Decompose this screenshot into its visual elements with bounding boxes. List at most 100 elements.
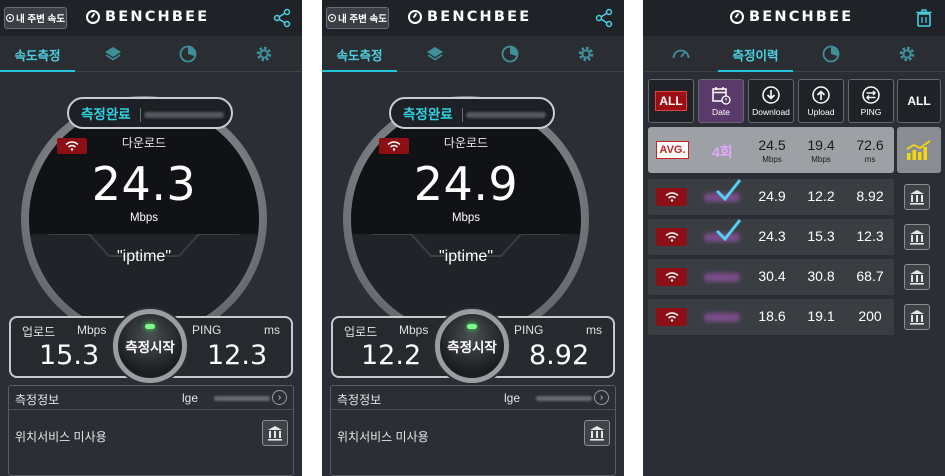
average-upload-unit: Mbps bbox=[811, 155, 831, 164]
row-ping: 68.7 bbox=[856, 268, 884, 284]
location-icon bbox=[328, 14, 336, 22]
start-test-button[interactable]: 측정시작 bbox=[435, 309, 509, 383]
brand-name: BENCHBEE bbox=[427, 9, 532, 25]
row-carrier-button[interactable] bbox=[904, 304, 930, 330]
average-download: 24.5 bbox=[758, 137, 786, 153]
tab-speed-test[interactable]: 속도측정 bbox=[322, 36, 397, 72]
carrier-button[interactable] bbox=[262, 420, 288, 446]
tab-layers[interactable] bbox=[75, 36, 150, 72]
sort-download-label: Download bbox=[752, 107, 790, 117]
tab-history[interactable] bbox=[150, 36, 225, 72]
history-row[interactable]: 30.4 30.8 68.7 bbox=[648, 259, 894, 295]
ping-exchange-icon bbox=[862, 86, 880, 104]
speed-screen-1: 내 주변 속도 BENCHBEE 속도측정 측정완료 다운로드 24.3 Mbp… bbox=[0, 0, 302, 476]
layers-icon bbox=[426, 47, 443, 61]
carrier-button[interactable] bbox=[584, 420, 610, 446]
ping-unit: ms bbox=[264, 323, 280, 337]
history-chart-icon bbox=[179, 45, 196, 63]
average-download-unit: Mbps bbox=[762, 155, 782, 164]
chevron-right-icon[interactable]: › bbox=[272, 390, 287, 405]
info-header[interactable]: 측정정보 lge › bbox=[9, 386, 293, 410]
row-carrier-button[interactable] bbox=[904, 224, 930, 250]
download-unit: Mbps bbox=[129, 212, 159, 224]
history-row[interactable]: 18.6 19.1 200 bbox=[648, 299, 894, 335]
row-download: 30.4 bbox=[758, 268, 786, 284]
gauge-logo-icon bbox=[408, 10, 422, 24]
average-tag: AVG. bbox=[656, 141, 689, 159]
wifi-icon bbox=[665, 312, 678, 322]
sort-download-button[interactable]: Download bbox=[748, 79, 794, 123]
row-ping: 200 bbox=[858, 308, 882, 324]
tab-speed-test[interactable] bbox=[643, 36, 718, 72]
sort-upload-label: Upload bbox=[807, 107, 835, 117]
measurement-info-panel: 측정정보 lge › 위치서비스 미사용 bbox=[330, 385, 616, 476]
tab-speed-test[interactable]: 속도측정 bbox=[0, 36, 75, 72]
nearby-speed-button[interactable]: 내 주변 속도 bbox=[326, 7, 389, 29]
badge-separator bbox=[462, 108, 463, 122]
row-download: 24.3 bbox=[758, 228, 786, 244]
share-icon[interactable] bbox=[594, 8, 614, 28]
redacted-network-info bbox=[144, 112, 224, 118]
row-carrier-button[interactable] bbox=[904, 264, 930, 290]
gear-icon bbox=[899, 46, 914, 62]
chevron-right-icon[interactable]: › bbox=[594, 390, 609, 405]
tab-layers[interactable] bbox=[397, 36, 472, 72]
wifi-status-badge bbox=[656, 228, 687, 246]
ping-value: 12.3 bbox=[207, 340, 268, 371]
row-upload: 12.2 bbox=[807, 188, 835, 204]
wifi-icon bbox=[665, 192, 678, 202]
row-carrier-button[interactable] bbox=[904, 184, 930, 210]
tab-history[interactable] bbox=[472, 36, 547, 72]
start-test-button[interactable]: 측정시작 bbox=[113, 309, 187, 383]
ping-label: PING bbox=[192, 323, 222, 337]
device-name: lge bbox=[182, 391, 199, 405]
share-icon[interactable] bbox=[272, 8, 292, 28]
filter-all-label: ALL bbox=[907, 94, 931, 108]
trend-chart-button[interactable] bbox=[897, 127, 941, 173]
history-row[interactable]: 24.9 12.2 8.92 bbox=[648, 179, 894, 215]
redacted-device-model bbox=[214, 396, 270, 401]
row-upload: 15.3 bbox=[807, 228, 835, 244]
nearby-speed-button[interactable]: 내 주변 속도 bbox=[4, 7, 67, 29]
upload-unit: Mbps bbox=[77, 323, 107, 337]
download-arrow-icon bbox=[762, 86, 780, 104]
tab-chart[interactable] bbox=[793, 36, 868, 72]
speedometer-icon bbox=[672, 49, 689, 59]
nearby-speed-label: 내 주변 속도 bbox=[16, 14, 65, 25]
tab-bar: 속도측정 bbox=[0, 36, 302, 72]
benchbee-logo: BENCHBEE bbox=[730, 9, 853, 25]
layers-icon bbox=[104, 47, 121, 61]
sort-upload-button[interactable]: Upload bbox=[798, 79, 844, 123]
history-row[interactable]: 24.3 15.3 12.3 bbox=[648, 219, 894, 255]
trash-icon[interactable] bbox=[914, 8, 934, 28]
info-title: 측정정보 bbox=[15, 393, 60, 407]
status-light-icon bbox=[467, 324, 477, 329]
average-count: 4회 bbox=[712, 144, 733, 160]
brand-name: BENCHBEE bbox=[749, 9, 854, 25]
upload-value: 12.2 bbox=[361, 340, 422, 371]
sort-date-button[interactable]: Date bbox=[698, 79, 744, 123]
sort-ping-button[interactable]: PING bbox=[848, 79, 894, 123]
tab-settings[interactable] bbox=[868, 36, 945, 72]
bank-icon bbox=[910, 190, 924, 205]
redacted-date bbox=[704, 273, 740, 282]
tab-settings[interactable] bbox=[547, 36, 624, 72]
tab-bar: 측정이력 bbox=[643, 36, 945, 72]
upload-unit: Mbps bbox=[399, 323, 429, 337]
sort-date-label: Date bbox=[712, 107, 730, 117]
row-download: 24.9 bbox=[758, 188, 786, 204]
bar-chart-icon bbox=[906, 140, 931, 160]
upload-label: 업로드 bbox=[22, 325, 56, 339]
tab-settings[interactable] bbox=[225, 36, 302, 72]
top-bar: 내 주변 속도 BENCHBEE bbox=[0, 0, 302, 36]
filter-all-button[interactable]: ALL bbox=[897, 79, 941, 123]
average-row: AVG. 4회 24.5 Mbps 19.4 Mbps 72.6 ms bbox=[648, 127, 894, 173]
upload-arrow-icon bbox=[812, 86, 830, 104]
ping-unit: ms bbox=[586, 323, 602, 337]
info-title: 측정정보 bbox=[337, 393, 382, 407]
start-test-label: 측정시작 bbox=[125, 340, 175, 355]
info-header[interactable]: 측정정보 lge › bbox=[331, 386, 615, 410]
status-badge: 측정완료 bbox=[67, 97, 233, 129]
redacted-date bbox=[704, 313, 740, 322]
tab-history[interactable]: 측정이력 bbox=[718, 36, 793, 72]
